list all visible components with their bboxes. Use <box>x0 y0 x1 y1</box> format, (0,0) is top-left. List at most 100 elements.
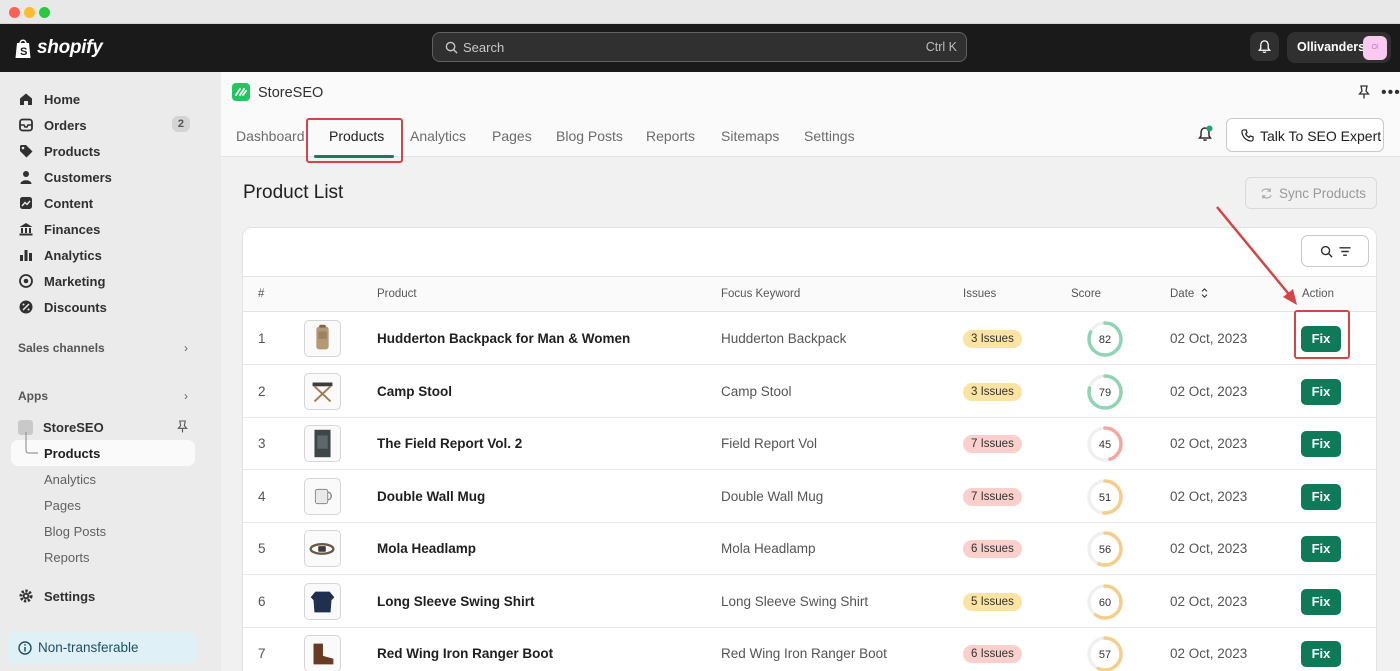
admin-topbar: S shopify Search Ctrl K Ollivanders Ol <box>0 24 1400 72</box>
non-transferable-banner[interactable]: Non-transferable <box>8 632 197 664</box>
tab-pages[interactable]: Pages <box>492 128 532 144</box>
bell-icon[interactable] <box>1197 125 1213 143</box>
sidebar-item-settings[interactable]: Settings <box>18 585 198 607</box>
minimize-window-button[interactable] <box>24 7 35 18</box>
sidebar-item-label: Products <box>44 143 101 159</box>
fix-button[interactable]: Fix <box>1301 536 1341 562</box>
fix-button[interactable]: Fix <box>1301 641 1341 667</box>
sidebar-subitem-blog-posts[interactable]: Blog Posts <box>44 524 106 539</box>
product-name[interactable]: Camp Stool <box>377 384 452 399</box>
maximize-window-button[interactable] <box>39 7 50 18</box>
product-thumbnail[interactable] <box>304 635 341 671</box>
sidebar-item-label: Orders <box>44 117 87 133</box>
fix-button[interactable]: Fix <box>1301 483 1341 510</box>
sidebar-subitem-products[interactable]: Products <box>44 446 100 461</box>
search-input[interactable]: Search Ctrl K <box>432 32 967 62</box>
sync-products-button[interactable]: Sync Products <box>1245 177 1377 209</box>
focus-keyword: Hudderton Backpack <box>721 331 847 346</box>
shopify-logo[interactable]: S shopify <box>14 34 103 62</box>
row-date: 02 Oct, 2023 <box>1170 541 1248 556</box>
table-row[interactable]: 4 Double Wall Mug Double Wall Mug 7 Issues 5… <box>243 471 1376 523</box>
table-row[interactable]: 3 The Field Report Vol. 2 Field Report Vol… <box>243 418 1376 470</box>
fix-button[interactable]: Fix <box>1301 378 1341 405</box>
product-thumbnail[interactable] <box>304 320 341 357</box>
search-icon <box>1320 245 1333 258</box>
product-thumbnail[interactable] <box>304 582 341 620</box>
tree-connector-icon <box>25 432 38 454</box>
tab-dashboard[interactable]: Dashboard <box>236 128 305 144</box>
product-thumbnail[interactable] <box>304 425 341 462</box>
more-options-icon[interactable]: ••• <box>1381 85 1400 101</box>
non-transferable-label: Non-transferable <box>38 640 139 655</box>
focus-keyword: Long Sleeve Swing Shirt <box>721 593 869 609</box>
row-number: 7 <box>258 646 266 661</box>
column-header-issues: Issues <box>963 288 997 300</box>
product-thumbnail[interactable] <box>304 477 341 515</box>
table-row[interactable]: 6 Long Sleeve Swing Shirt Long Sleeve Swin… <box>243 576 1376 628</box>
issues-badge: 3 Issues <box>963 330 1022 348</box>
row-date: 02 Oct, 2023 <box>1170 488 1248 504</box>
column-header-date[interactable]: Date <box>1170 288 1208 300</box>
sidebar-subitem-reports[interactable]: Reports <box>44 550 90 565</box>
product-thumbnail[interactable] <box>304 530 341 567</box>
pin-icon[interactable] <box>177 420 188 433</box>
sidebar-item-finances[interactable]: Finances <box>18 218 198 240</box>
store-menu-button[interactable]: Ollivanders Ol <box>1287 32 1391 63</box>
gear-icon <box>19 589 33 603</box>
sidebar-item-label: Discounts <box>44 299 107 315</box>
sidebar-subitem-analytics[interactable]: Analytics <box>44 472 96 487</box>
column-header-score: Score <box>1071 288 1102 300</box>
sidebar-item-marketing[interactable]: Marketing <box>18 270 198 292</box>
row-date: 02 Oct, 2023 <box>1170 383 1248 399</box>
search-filter-button[interactable] <box>1301 235 1369 267</box>
talk-to-seo-expert-button[interactable]: Talk To SEO Expert <box>1226 118 1384 152</box>
sales-channels-section[interactable]: Sales channels › <box>18 341 194 355</box>
window-titlebar <box>0 0 1400 24</box>
issues-badge: 7 Issues <box>963 435 1022 453</box>
notifications-button[interactable] <box>1250 32 1279 61</box>
sidebar-item-label: Analytics <box>44 247 102 263</box>
product-name[interactable]: Mola Headlamp <box>377 541 476 556</box>
product-name[interactable]: Long Sleeve Swing Shirt <box>377 594 535 609</box>
table-row[interactable]: 1 Hudderton Backpack for Man & Women Hudde… <box>243 313 1376 365</box>
apps-label: Apps <box>18 389 48 403</box>
sidebar-item-analytics[interactable]: Analytics <box>18 244 198 266</box>
sidebar-subitem-pages[interactable]: Pages <box>44 498 81 513</box>
sidebar-app-storeseo[interactable]: StoreSEO <box>18 416 198 438</box>
row-number: 3 <box>258 436 266 451</box>
table-row[interactable]: 7 Red Wing Iron Ranger Boot Red Wing Iron … <box>243 628 1376 671</box>
fix-button[interactable]: Fix <box>1301 588 1341 615</box>
table-row[interactable]: 2 Camp Stool Camp Stool 3 Issues 79 02 Oct, 2… <box>243 366 1376 418</box>
row-date: 02 Oct, 2023 <box>1170 593 1248 609</box>
apps-section[interactable]: Apps › <box>18 389 194 403</box>
sidebar-item-label: Settings <box>44 588 96 604</box>
pin-icon[interactable] <box>1357 85 1371 99</box>
product-name[interactable]: Double Wall Mug <box>377 489 485 504</box>
product-name[interactable]: The Field Report Vol. 2 <box>377 436 522 451</box>
tab-sitemaps[interactable]: Sitemaps <box>721 128 779 144</box>
tab-reports[interactable]: Reports <box>646 128 695 144</box>
product-name[interactable]: Red Wing Iron Ranger Boot <box>377 646 553 661</box>
sidebar-item-customers[interactable]: Customers <box>18 166 198 188</box>
sidebar-item-content[interactable]: Content <box>18 192 198 214</box>
admin-sidebar: Home Orders 2 Products Customers Content… <box>0 72 221 671</box>
info-icon <box>18 641 32 655</box>
sidebar-item-products[interactable]: Products <box>18 140 198 162</box>
fix-button[interactable]: Fix <box>1301 431 1341 457</box>
talk-to-seo-expert-label: Talk To SEO Expert <box>1260 128 1382 144</box>
sidebar-item-discounts[interactable]: Discounts <box>18 296 198 318</box>
close-window-button[interactable] <box>9 7 20 18</box>
sidebar-item-home[interactable]: Home <box>18 88 198 110</box>
product-name[interactable]: Hudderton Backpack for Man & Women <box>377 331 630 346</box>
product-thumbnail[interactable] <box>304 372 341 410</box>
row-date: 02 Oct, 2023 <box>1170 646 1248 661</box>
issues-badge: 3 Issues <box>963 382 1022 401</box>
table-row[interactable]: 5 Mola Headlamp Mola Headlamp 6 Issues 56 02 … <box>243 523 1376 575</box>
tab-settings[interactable]: Settings <box>804 128 855 144</box>
sidebar-item-orders[interactable]: Orders 2 <box>18 114 198 136</box>
tab-blog-posts[interactable]: Blog Posts <box>556 128 623 144</box>
row-number: 2 <box>258 383 266 399</box>
focus-keyword: Red Wing Iron Ranger Boot <box>721 646 887 661</box>
tab-analytics[interactable]: Analytics <box>410 128 466 144</box>
focus-keyword: Double Wall Mug <box>721 488 824 504</box>
